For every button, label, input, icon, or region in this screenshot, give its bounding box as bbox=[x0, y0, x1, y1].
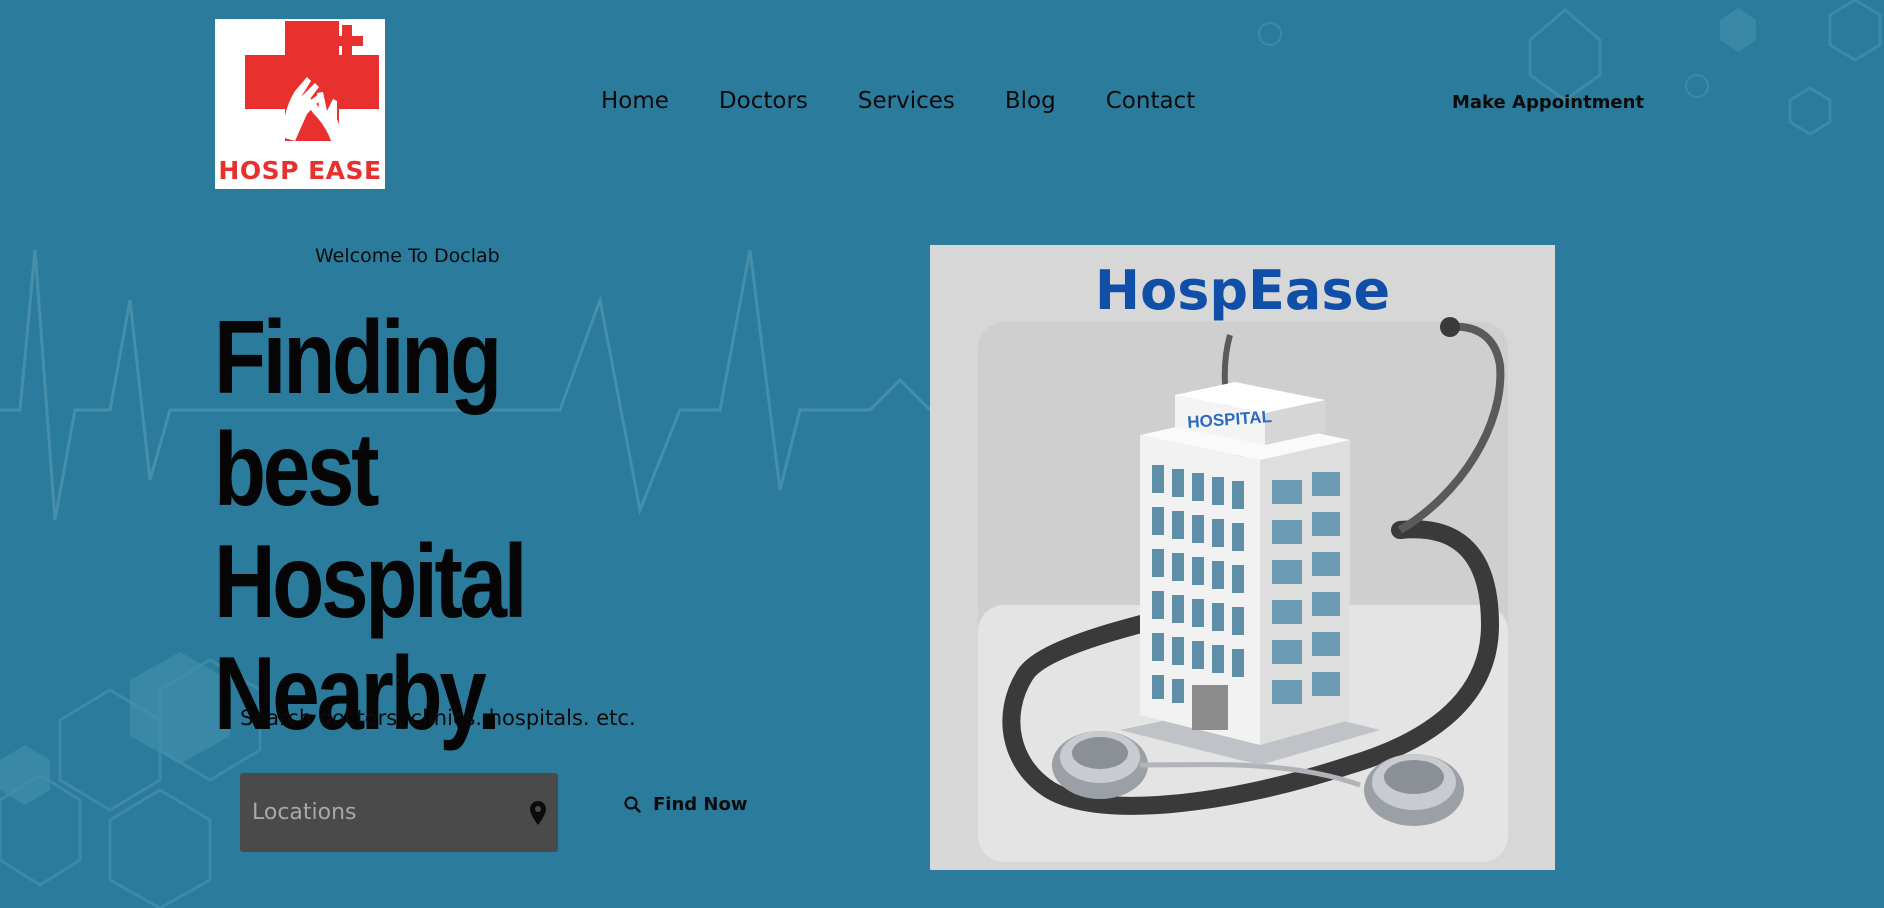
hexagon-shape bbox=[0, 773, 82, 887]
location-input[interactable] bbox=[240, 773, 512, 852]
search-caption: Search doctors. clinics. hospitals. etc. bbox=[240, 706, 636, 730]
hospital-stethoscope-illustration: HOSPITAL bbox=[978, 317, 1508, 862]
map-pin-icon[interactable] bbox=[530, 801, 546, 825]
dot-circle bbox=[1685, 74, 1709, 98]
nav-item-blog[interactable]: Blog bbox=[1005, 88, 1056, 114]
find-now-label: Find Now bbox=[653, 794, 748, 815]
dot-circle bbox=[1258, 22, 1282, 46]
headline-line: Hospital bbox=[214, 524, 527, 640]
nav-item-home[interactable]: Home bbox=[601, 88, 669, 114]
logo-text: HOSP EASE bbox=[218, 156, 382, 185]
medical-cross-hands-icon bbox=[245, 21, 379, 141]
hexagon-shape bbox=[1828, 0, 1882, 62]
headline-line: Nearby. bbox=[214, 636, 501, 752]
hero-image: HospEase HOSPITAL bbox=[930, 245, 1555, 870]
nav-item-services[interactable]: Services bbox=[858, 88, 955, 114]
hexagon-shape bbox=[1720, 8, 1756, 52]
nav-item-doctors[interactable]: Doctors bbox=[719, 88, 808, 114]
hexagon-shape bbox=[1788, 86, 1832, 136]
hexagon-shape bbox=[58, 688, 162, 812]
brand-logo[interactable]: HOSP EASE bbox=[215, 19, 385, 189]
find-now-button[interactable]: Find Now bbox=[624, 794, 748, 815]
headline-line: Finding best bbox=[214, 300, 502, 528]
hexagon-shape bbox=[1528, 8, 1602, 102]
search-icon bbox=[624, 796, 641, 813]
main-nav: Home Doctors Services Blog Contact bbox=[601, 88, 1245, 114]
hexagon-shape bbox=[108, 788, 212, 908]
hexagon-shape bbox=[0, 745, 50, 805]
welcome-text: Welcome To Doclab bbox=[315, 245, 500, 267]
make-appointment-button[interactable]: Make Appointment bbox=[1452, 92, 1644, 113]
hero-headline: Finding best Hospital Nearby. bbox=[214, 302, 640, 750]
location-field bbox=[240, 773, 558, 852]
nav-item-contact[interactable]: Contact bbox=[1106, 88, 1195, 114]
